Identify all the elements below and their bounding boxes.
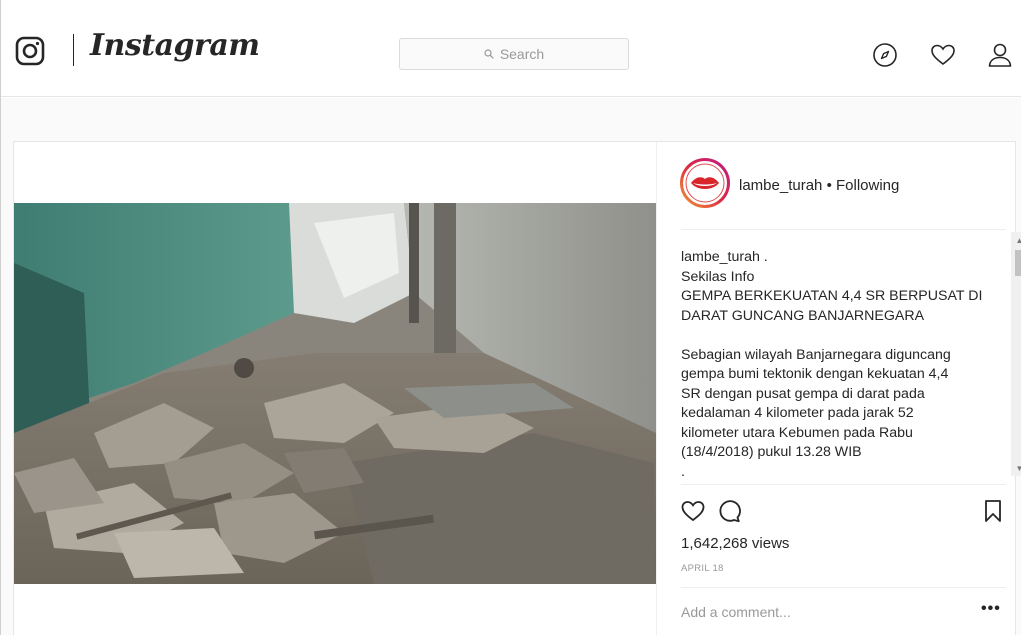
post-card: lambe_turah • Following lambe_turah . Sek… — [13, 141, 1021, 635]
heart-icon[interactable] — [930, 42, 956, 68]
caption-line: (18/4/2018) pukul 13.28 WIB — [681, 444, 862, 460]
post-video[interactable] — [14, 203, 656, 584]
caption-scrollbar[interactable]: ▲ ▼ — [1011, 232, 1021, 476]
bookmark-icon[interactable] — [981, 499, 1005, 523]
comment-bar: Add a comment... ••• — [681, 587, 1006, 631]
post-media — [14, 142, 656, 635]
view-count: 1,642,268 views — [681, 535, 790, 552]
post-sidebar: lambe_turah • Following lambe_turah . Sek… — [656, 142, 1021, 635]
caption-line: lambe_turah . — [681, 249, 768, 265]
comment-input[interactable]: Add a comment... — [681, 604, 791, 620]
username-link[interactable]: lambe_turah — [739, 177, 822, 194]
lips-logo-icon — [685, 163, 725, 203]
caption-line: SR dengan pusat gempa di darat pada — [681, 385, 925, 402]
caption-line: kedalaman 4 kilometer pada jarak 52 — [681, 405, 914, 421]
instagram-logo-icon[interactable] — [15, 36, 45, 66]
compass-icon[interactable] — [872, 42, 898, 68]
follow-status[interactable]: Following — [836, 177, 899, 194]
earthquake-rubble-video-frame — [14, 203, 656, 584]
caption-line: Sekilas Info — [681, 268, 755, 285]
caption-line: kilometer utara Kebumen pada Rabu — [681, 424, 913, 441]
post-actions: 1,642,268 views APRIL 18 Add a comment..… — [681, 484, 1006, 632]
search-placeholder: Search — [499, 46, 545, 62]
caption-line: gempa bumi tektonik dengan kekuatan 4,4 — [681, 366, 949, 382]
comment-icon[interactable] — [717, 499, 741, 523]
like-heart-icon[interactable] — [681, 499, 705, 523]
separator-dot: • — [826, 177, 832, 194]
scrollbar-thumb[interactable] — [1015, 250, 1021, 276]
person-icon[interactable] — [987, 42, 1013, 68]
avatar-image — [683, 161, 727, 205]
search-icon — [484, 49, 494, 59]
caption-area: lambe_turah . Sekilas Info GEMPA BERKEKUAT… — [681, 229, 1021, 485]
caption-line: . — [681, 463, 685, 480]
search-input[interactable]: Search — [399, 38, 629, 70]
caption-line: GEMPA BERKEKUATAN 4,4 SR BERPUSAT DI — [681, 288, 983, 304]
nav-divider — [73, 34, 74, 66]
instagram-wordmark[interactable]: Instagram — [90, 28, 260, 63]
caption-line: DARAT GUNCANG BANJARNEGARA — [681, 307, 925, 324]
scroll-up-arrow-icon[interactable]: ▲ — [1011, 232, 1021, 248]
avatar[interactable] — [680, 158, 730, 208]
top-navigation: Instagram Search — [1, 0, 1021, 97]
scroll-down-arrow-icon[interactable]: ▼ — [1011, 460, 1021, 476]
post-header: lambe_turah • Following — [657, 142, 1017, 229]
post-date[interactable]: APRIL 18 — [681, 563, 724, 574]
caption-line: Sebagian wilayah Banjarnegara diguncang — [681, 346, 951, 363]
post-caption: lambe_turah . Sekilas Info GEMPA BERKEKUAT… — [681, 248, 986, 484]
more-options-button[interactable]: ••• — [981, 600, 1001, 618]
post-author: lambe_turah • Following — [739, 177, 899, 194]
caption-line — [681, 326, 986, 346]
